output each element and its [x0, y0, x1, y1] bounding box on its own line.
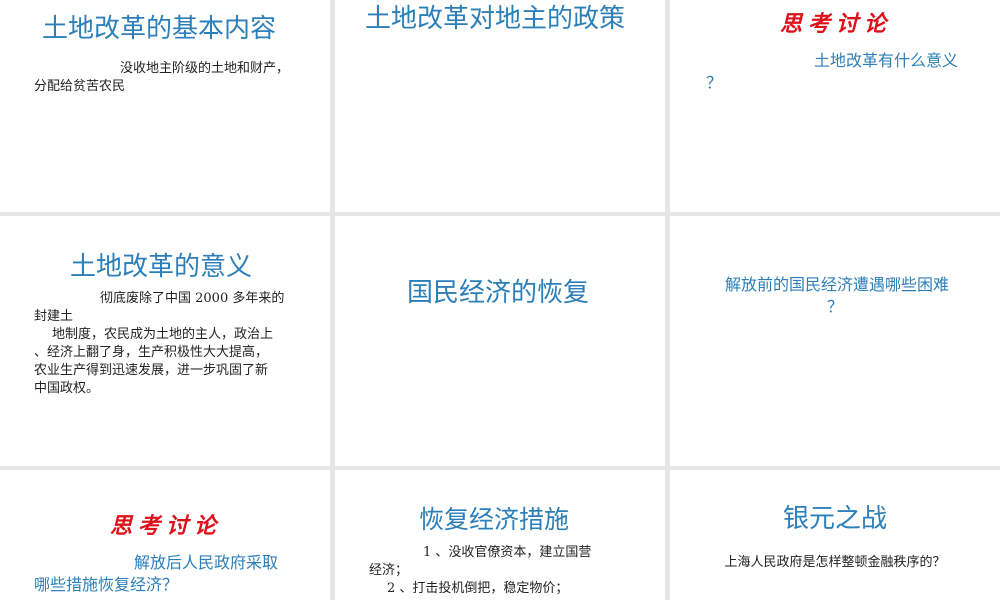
body-line: 地制度，农民成为土地的主人，政治上 [52, 327, 274, 342]
body-line: 没收地主阶级的土地和财产， [120, 61, 290, 76]
slide-recovery-measures[interactable]: 恢复经济措施 1 、没收官僚资本，建立国营 经济； 2 、打击投机倒把，稳定物价… [335, 470, 665, 600]
discussion-question: 解放后人民政府采取 哪些措施恢复经济？ [34, 552, 324, 596]
question-line: 解放后人民政府采取 [134, 553, 279, 572]
body-line: 封建土 [34, 309, 74, 324]
slide-land-reform-meaning[interactable]: 土地改革的意义 彻底废除了中国 2000 多年来的 封建土 地制度，农民成为土地… [0, 216, 330, 466]
slide-economy-recovery[interactable]: 国民经济的恢复 [335, 216, 665, 466]
body-line: 2 、打击投机倒把，稳定物价； [387, 581, 569, 596]
slide-silver-dollar-battle[interactable]: 银元之战 上海人民政府是怎样整顿金融秩序的？ [670, 470, 1000, 600]
body-line: 分配给贫苦农民 [34, 79, 126, 94]
slide-body: 彻底废除了中国 2000 多年来的 封建土 地制度，农民成为土地的主人，政治上 … [34, 290, 324, 398]
slide-discussion-measures[interactable]: 思考讨论 解放后人民政府采取 哪些措施恢复经济？ [0, 470, 330, 600]
discussion-question: 土地改革有什么意义 ？ [706, 50, 996, 94]
discussion-question: 解放前的国民经济遭遇哪些困难 ？ [670, 274, 1000, 318]
slide-land-reform-content[interactable]: 土地改革的基本内容 没收地主阶级的土地和财产， 分配给贫苦农民 [0, 0, 330, 212]
slide-landlord-policy[interactable]: 土地改革对地主的政策 [335, 0, 665, 212]
slide-body: 1 、没收官僚资本，建立国营 经济； 2 、打击投机倒把，稳定物价； [369, 544, 659, 598]
slide-question: 上海人民政府是怎样整顿金融秩序的？ [724, 555, 946, 570]
slide-discussion-meaning[interactable]: 思考讨论 土地改革有什么意义 ？ [670, 0, 1000, 212]
body-line: 1 、没收官僚资本，建立国营 [423, 545, 592, 560]
slide-title: 土地改革对地主的政策 [365, 4, 626, 34]
slide-body: 没收地主阶级的土地和财产， 分配给贫苦农民 [34, 60, 324, 96]
discussion-heading: 思考讨论 [780, 11, 893, 37]
question-line: 土地改革有什么意义 [814, 51, 959, 70]
body-line: 经济； [369, 563, 409, 578]
discussion-heading: 思考讨论 [110, 513, 223, 539]
body-line: 彻底废除了中国 2000 多年来的 [100, 291, 285, 306]
body-line: 农业生产得到迅速发展，进一步巩固了新 [34, 363, 269, 378]
slide-title: 银元之战 [782, 504, 887, 534]
question-line: ？ [706, 73, 723, 92]
slide-title: 恢复经济措施 [419, 505, 570, 534]
question-line: 哪些措施恢复经济？ [34, 575, 179, 594]
slide-title: 土地改革的基本内容 [42, 14, 277, 44]
question-line: 解放前的国民经济遭遇哪些困难 [724, 275, 949, 294]
slide-title: 国民经济的恢复 [407, 278, 590, 308]
body-line: 中国政权。 [34, 381, 100, 396]
slide-grid: 土地改革的基本内容 没收地主阶级的土地和财产， 分配给贫苦农民 土地改革对地主的… [0, 0, 1000, 600]
question-line: ？ [826, 297, 843, 316]
body-line: 、经济上翻了身，生产积极性大大提高， [34, 345, 269, 360]
slide-pre-liberation-difficulties[interactable]: 解放前的国民经济遭遇哪些困难 ？ [670, 216, 1000, 466]
slide-title: 土地改革的意义 [70, 252, 253, 282]
